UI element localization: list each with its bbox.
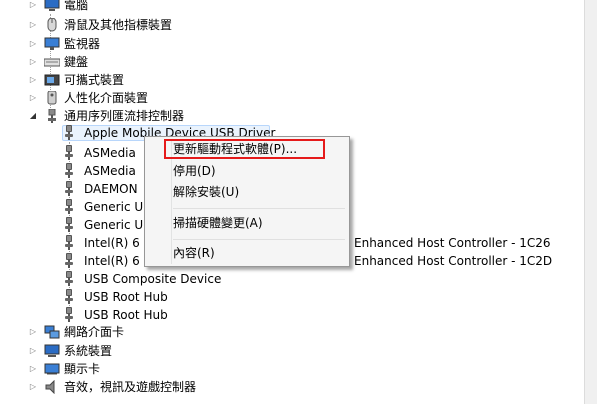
tree-device-label: DAEMON	[84, 182, 138, 196]
tree-device-label: USB Composite Device	[84, 272, 222, 286]
tree-category-label: 音效，視訊及遊戲控制器	[64, 380, 197, 394]
tree-category-label: 滑鼠及其他指標裝置	[64, 18, 173, 32]
tree-category-label: 通用序列匯流排控制器	[64, 109, 185, 123]
expand-arrow-icon[interactable]: ▷	[28, 16, 38, 34]
speaker-icon	[44, 379, 60, 395]
tree-category-label: 可攜式裝置	[64, 73, 125, 87]
tree-device-label: Intel(R) 6	[84, 254, 140, 268]
tree-device-label: Generic U	[84, 200, 144, 214]
expand-arrow-icon[interactable]: ▷	[28, 53, 38, 71]
hid-icon	[44, 90, 60, 105]
expand-arrow-icon[interactable]: ▷	[28, 323, 38, 341]
tree-device-label-tail: Enhanced Host Controller - 1C2D	[354, 254, 553, 268]
display-adapter-icon	[44, 362, 60, 376]
tree-device-label-tail: Enhanced Host Controller - 1C26	[354, 236, 551, 250]
menu-separator	[173, 208, 345, 209]
usb-device-icon	[64, 163, 74, 179]
keyboard-icon	[43, 55, 61, 69]
expand-arrow-icon[interactable]: ▷	[28, 360, 38, 378]
expand-arrow-icon[interactable]: ▷	[28, 0, 38, 14]
tree-category-label: 網路介面卡	[64, 325, 125, 339]
expand-arrow-icon[interactable]: ▷	[28, 378, 38, 396]
tree-category-label: 監視器	[64, 37, 101, 51]
tree-device-label: USB Root Hub	[84, 290, 168, 304]
tree-category-label: 電腦	[64, 0, 89, 12]
usb-device-icon	[64, 307, 74, 323]
menu-separator	[173, 239, 345, 240]
collapse-arrow-icon[interactable]: ◢	[28, 107, 38, 125]
usb-device-icon	[64, 145, 74, 161]
tree-device-label: ASMedia	[84, 164, 136, 178]
menu-item-disable[interactable]: 停用(D)	[173, 161, 216, 181]
tree-category-label: 顯示卡	[64, 362, 101, 376]
menu-item-uninstall[interactable]: 解除安裝(U)	[173, 182, 239, 202]
tree-device-label: Generic U	[84, 218, 144, 232]
expand-arrow-icon[interactable]: ▷	[28, 35, 38, 53]
tree-device-label: Intel(R) 6	[84, 236, 140, 250]
monitor-icon	[44, 37, 60, 51]
annotation-highlight-box	[164, 139, 325, 159]
usb-device-icon	[64, 199, 74, 215]
tree-category-label: 鍵盤	[64, 55, 89, 69]
computer-icon	[44, 0, 60, 12]
mouse-icon	[46, 17, 62, 32]
expand-arrow-icon[interactable]: ▷	[28, 71, 38, 89]
usb-device-icon	[64, 181, 74, 197]
portable-device-icon	[44, 73, 60, 87]
expand-arrow-icon[interactable]: ▷	[28, 342, 38, 360]
menu-item-scan-hardware[interactable]: 掃描硬體變更(A)	[173, 213, 263, 233]
expand-arrow-icon[interactable]: ▷	[28, 89, 38, 107]
network-adapter-icon	[44, 325, 60, 339]
usb-device-icon	[64, 289, 74, 305]
tree-category-label: 系統裝置	[64, 344, 113, 358]
usb-controller-icon	[46, 108, 62, 123]
tree-device-label: ASMedia	[84, 146, 136, 160]
usb-device-icon	[64, 271, 74, 287]
menu-item-properties[interactable]: 內容(R)	[173, 243, 215, 263]
vertical-scrollbar[interactable]	[584, 0, 597, 404]
usb-device-icon	[64, 253, 74, 269]
tree-device-label: USB Root Hub	[84, 308, 168, 322]
usb-device-icon	[64, 125, 74, 141]
usb-device-icon	[64, 235, 74, 251]
system-device-icon	[44, 344, 60, 358]
tree-category-label: 人性化介面裝置	[64, 91, 149, 105]
usb-device-icon	[64, 217, 74, 233]
